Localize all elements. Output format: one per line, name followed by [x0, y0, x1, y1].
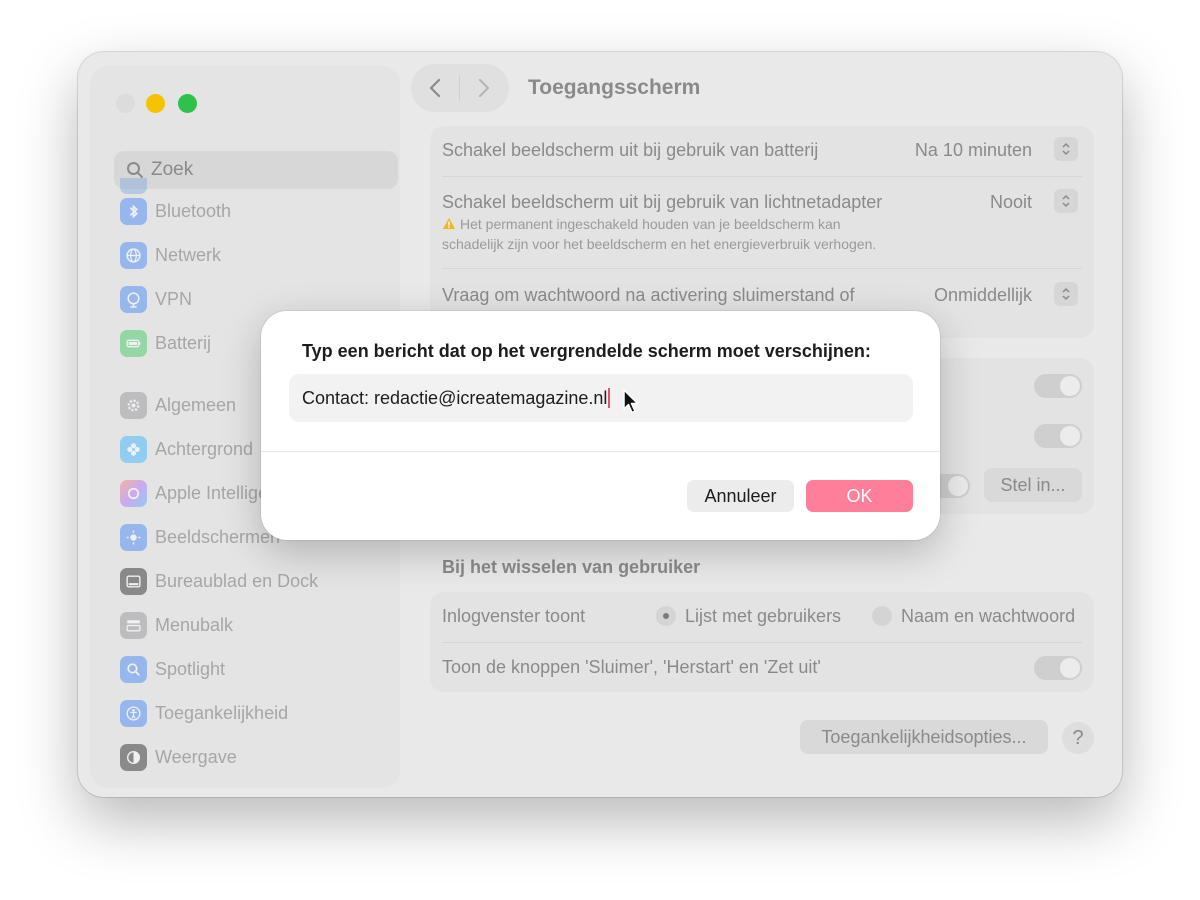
sidebar-search-field[interactable]: Zoek — [114, 151, 398, 189]
partially-hidden-sidebar-icon — [120, 178, 147, 194]
display-off-battery-label: Schakel beeldscherm uit bij gebruik van … — [442, 140, 819, 160]
chevron-right-icon — [478, 78, 490, 98]
magnifier-icon — [120, 655, 147, 683]
option-user-list-label: Lijst met gebruikers — [685, 606, 842, 626]
chevron-up-down-icon — [1062, 142, 1070, 156]
accessibility-icon — [120, 699, 147, 727]
switch-user-section-title: Bij het wisselen van gebruiker — [442, 557, 701, 577]
chevron-up-down-icon — [1062, 287, 1070, 301]
flower-icon — [120, 435, 147, 463]
sidebar-item-accessibility[interactable]: Toegankelijkheid — [120, 698, 288, 728]
maximize-window-button[interactable] — [178, 94, 197, 113]
lock-message-input[interactable]: Contact: redactie@icreatemagazine.nl — [289, 374, 913, 422]
sidebar-item-network[interactable]: Netwerk — [120, 240, 221, 270]
help-button[interactable]: ? — [1062, 722, 1094, 754]
display-off-battery-value[interactable]: Na 10 minuten — [915, 140, 1032, 161]
lock-message-dialog: Typ een bericht dat op het vergrendelde … — [261, 311, 940, 540]
sidebar-item-desktop-dock[interactable]: Bureaublad en Dock — [120, 566, 318, 596]
vpn-globe-icon — [120, 285, 147, 313]
row-divider — [442, 642, 1082, 643]
display-off-battery-stepper[interactable] — [1054, 137, 1078, 161]
text-caret — [608, 388, 611, 408]
search-placeholder: Zoek — [151, 159, 194, 180]
switch-user-card: Inlogvenster toont Lijst met gebruikers … — [430, 592, 1094, 692]
dock-icon — [120, 567, 147, 595]
show-buttons-label: Toon de knoppen 'Sluimer', 'Herstart' en… — [442, 657, 821, 677]
sun-icon — [120, 523, 147, 551]
warning-triangle-icon — [443, 218, 455, 229]
search-icon — [127, 162, 143, 178]
row-divider — [442, 268, 1082, 269]
display-settings-card: Schakel beeldscherm uit bij gebruik van … — [430, 126, 1094, 338]
row-divider — [442, 176, 1082, 177]
sidebar-item-bluetooth[interactable]: Bluetooth — [120, 196, 231, 226]
battery-icon — [120, 329, 147, 357]
ok-button[interactable]: OK — [806, 480, 913, 512]
option-name-password-label: Naam en wachtwoord — [901, 606, 1076, 626]
chevron-up-down-icon — [1062, 194, 1070, 208]
set-message-button[interactable]: Stel in... — [984, 468, 1082, 502]
display-off-adapter-label: Schakel beeldscherm uit bij gebruik van … — [442, 192, 883, 212]
require-password-label: Vraag om wachtwoord na activering sluime… — [442, 285, 855, 305]
minimize-window-button[interactable] — [146, 94, 165, 113]
require-password-stepper[interactable] — [1054, 282, 1078, 306]
globe-icon — [120, 241, 147, 269]
radio-name-password[interactable] — [872, 606, 892, 626]
sidebar-item-apple-intelligence[interactable]: Apple Intellige — [120, 478, 268, 508]
accessibility-options-button[interactable]: Toegankelijkheidsopties... — [800, 720, 1048, 754]
display-warning-text: Het permanent ingeschakeld houden van je… — [442, 216, 877, 252]
require-password-value[interactable]: Onmiddellijk — [934, 285, 1032, 306]
forward-button[interactable] — [460, 64, 508, 112]
close-window-button[interactable] — [116, 94, 135, 113]
appearance-icon — [120, 743, 147, 771]
sidebar-item-vpn[interactable]: VPN — [120, 284, 192, 314]
sidebar-item-wallpaper[interactable]: Achtergrond — [120, 434, 253, 464]
sidebar-item-appearance[interactable]: Weergave — [120, 742, 237, 772]
lock-message-text: Contact: redactie@icreatemagazine.nl — [302, 387, 608, 408]
apple-intelligence-icon — [120, 479, 147, 507]
lock-option-toggle-1[interactable] — [1034, 374, 1082, 398]
gear-icon — [120, 391, 147, 419]
display-off-adapter-stepper[interactable] — [1054, 189, 1078, 213]
page-title: Toegangsscherm — [528, 76, 701, 99]
radio-user-list[interactable] — [656, 606, 676, 626]
dialog-title: Typ een bericht dat op het vergrendelde … — [302, 341, 871, 361]
cancel-button[interactable]: Annuleer — [687, 480, 794, 512]
login-window-label: Inlogvenster toont — [442, 606, 586, 626]
mouse-pointer-icon — [623, 389, 639, 414]
bluetooth-icon — [120, 197, 147, 225]
navigation-buttons — [411, 64, 509, 112]
chevron-left-icon — [429, 78, 441, 98]
sidebar-item-general[interactable]: Algemeen — [120, 390, 236, 420]
back-button[interactable] — [411, 64, 459, 112]
sidebar-item-spotlight[interactable]: Spotlight — [120, 654, 225, 684]
menubar-icon — [120, 611, 147, 639]
dialog-divider — [261, 451, 940, 452]
sidebar-item-menubar[interactable]: Menubalk — [120, 610, 233, 640]
sidebar-item-displays[interactable]: Beeldschermen — [120, 522, 280, 552]
show-buttons-toggle[interactable] — [1034, 656, 1082, 680]
display-off-adapter-value[interactable]: Nooit — [990, 192, 1032, 213]
sidebar-item-battery[interactable]: Batterij — [120, 328, 211, 358]
lock-option-toggle-2[interactable] — [1034, 424, 1082, 448]
